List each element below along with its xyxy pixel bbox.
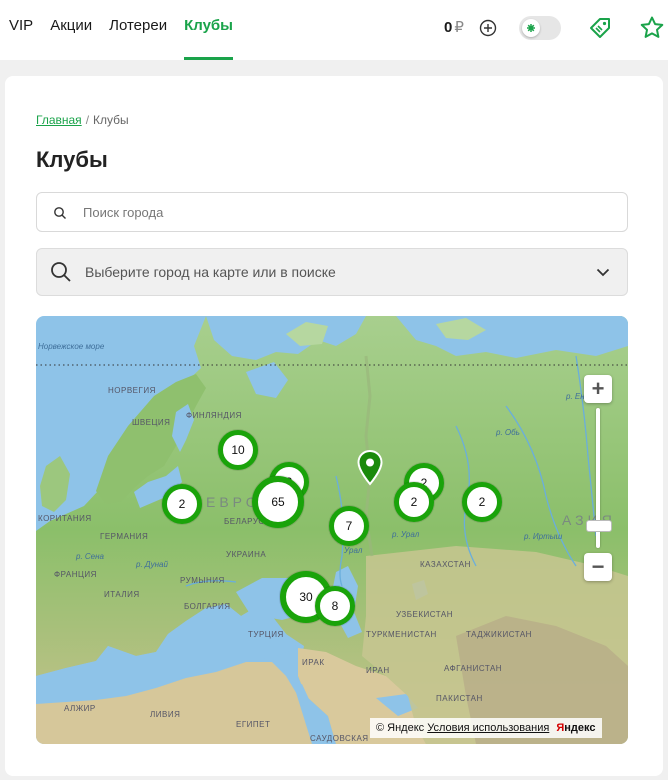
map-label: ШВЕЦИЯ xyxy=(132,418,171,427)
clubs-map[interactable]: Норвежское море НОРВЕГИЯ ФИНЛЯНДИЯ ШВЕЦИ… xyxy=(36,316,628,744)
breadcrumb-separator: / xyxy=(85,113,90,127)
map-label: КОРИТАНИЯ xyxy=(38,514,92,523)
map-label: БОЛГАРИЯ xyxy=(184,602,231,611)
page-title: Клубы xyxy=(36,147,108,172)
city-search xyxy=(36,192,628,232)
map-label: ЛИВИЯ xyxy=(150,710,181,719)
map-cluster[interactable]: 10 xyxy=(218,430,258,470)
nav-item-promotions[interactable]: Акции xyxy=(50,0,92,60)
map-cluster[interactable]: 65 xyxy=(252,476,304,528)
theme-toggle[interactable] xyxy=(519,16,561,40)
city-select[interactable]: Выберите город на карте или в поиске xyxy=(36,248,628,296)
clubs-card: Главная/Клубы Клубы Выберите город на ка… xyxy=(5,76,663,776)
balance-amount: 0 xyxy=(444,19,453,36)
map-label: р. Обь xyxy=(496,428,520,437)
zoom-out-button[interactable]: − xyxy=(584,553,612,581)
map-label: ИРАН xyxy=(366,666,390,675)
chevron-down-icon xyxy=(596,268,610,277)
map-cluster[interactable]: 2 xyxy=(394,482,434,522)
ticket-icon[interactable] xyxy=(586,14,614,42)
map-label: ТУРЦИЯ xyxy=(248,630,284,639)
breadcrumb-current: Клубы xyxy=(93,113,129,127)
map-label: КАЗАХСТАН xyxy=(420,560,471,569)
search-icon xyxy=(54,207,66,219)
map-label: УЗБЕКИСТАН xyxy=(396,610,453,619)
nav-item-clubs[interactable]: Клубы xyxy=(184,0,233,60)
map-label: АФГАНИСТАН xyxy=(444,664,503,673)
map-label: ПАКИСТАН xyxy=(436,694,483,703)
map-label: р. Иртыш xyxy=(524,532,563,541)
favorites-star-icon[interactable] xyxy=(638,14,666,42)
yandex-logo[interactable]: Яндекс xyxy=(556,722,595,734)
map-label: УКРАИНА xyxy=(226,550,267,559)
terms-of-use-link[interactable]: Условия использования xyxy=(427,722,549,734)
breadcrumb-home-link[interactable]: Главная xyxy=(36,113,82,127)
breadcrumb: Главная / Клубы xyxy=(36,113,129,127)
zoom-slider-handle[interactable] xyxy=(586,520,612,532)
map-label: РУМЫНИЯ xyxy=(180,576,225,585)
nav-item-vip[interactable]: VIP xyxy=(9,0,33,60)
map-label: НОРВЕГИЯ xyxy=(108,386,156,395)
map-cluster[interactable]: 2 xyxy=(462,482,502,522)
toggle-knob xyxy=(522,19,540,37)
map-label: Урал xyxy=(344,546,363,555)
map-cluster[interactable]: 8 xyxy=(315,586,355,626)
map-label: ГЕРМАНИЯ xyxy=(100,532,149,541)
map-label: Норвежское море xyxy=(38,342,105,351)
search-icon xyxy=(51,262,71,282)
balance-currency: ₽ xyxy=(454,19,464,36)
map-label: ФИНЛЯНДИЯ xyxy=(186,411,242,420)
attribution-copyright: © Яндекс xyxy=(376,722,425,734)
map-label: ЕГИПЕТ xyxy=(236,720,271,729)
top-bar: VIP Акции Лотереи Клубы 0 ₽ xyxy=(0,0,668,60)
map-label: ИРАК xyxy=(302,658,325,667)
map-label: ТАДЖИКИСТАН xyxy=(466,630,532,639)
map-attribution: © Яндекс Условия использования Яндекс xyxy=(370,718,602,738)
location-pin-icon[interactable] xyxy=(356,450,384,486)
map-label: р. Дунай xyxy=(136,560,168,569)
add-funds-icon[interactable] xyxy=(479,19,497,37)
main-nav: VIP Акции Лотереи Клубы xyxy=(9,0,250,60)
map-label: АЛЖИР xyxy=(64,704,96,713)
map-label: САУДОВСКАЯ xyxy=(310,734,369,743)
map-cluster[interactable]: 2 xyxy=(162,484,202,524)
balance[interactable]: 0 ₽ xyxy=(444,18,464,36)
city-search-input[interactable] xyxy=(83,193,603,231)
city-select-value: Выберите город на карте или в поиске xyxy=(85,264,336,280)
zoom-in-button[interactable]: + xyxy=(584,375,612,403)
sparkle-icon xyxy=(527,24,535,32)
map-cluster[interactable]: 7 xyxy=(329,506,369,546)
map-label: ФРАНЦИЯ xyxy=(54,570,97,579)
map-label: р. Урал xyxy=(392,530,420,539)
map-label: ИТАЛИЯ xyxy=(104,590,140,599)
map-label: р. Сена xyxy=(76,552,104,561)
nav-item-lotteries[interactable]: Лотереи xyxy=(109,0,167,60)
map-label: ТУРКМЕНИСТАН xyxy=(366,630,437,639)
